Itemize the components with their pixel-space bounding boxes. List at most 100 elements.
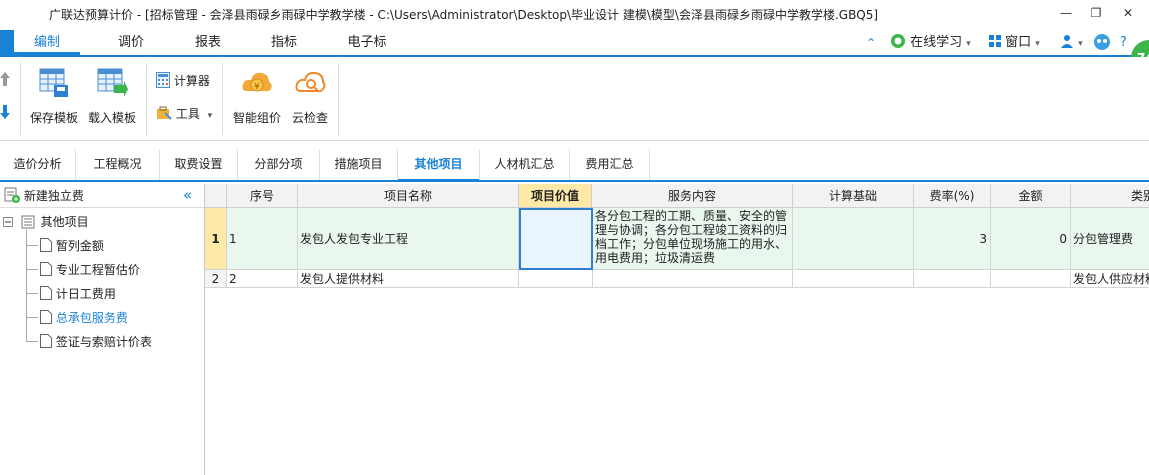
tree-connector [26, 269, 38, 270]
cell-seq[interactable]: 1 [227, 208, 298, 270]
fee-grid: 序号 项目名称 项目价值 服务内容 计算基础 费率(%) 金额 类别 1 1 发… [205, 184, 1149, 475]
save-template-button[interactable]: 保存模板 [28, 63, 80, 133]
cell-amount[interactable] [991, 270, 1071, 288]
collapse-ribbon-icon[interactable]: ⌃ [866, 33, 876, 53]
tab-fee-summary[interactable]: 费用汇总 [570, 149, 650, 180]
save-template-label: 保存模板 [29, 111, 78, 125]
cell-service[interactable]: 各分包工程的工期、质量、安全的管理与协调；各分包工程竣工资料的归档工作；分包单位… [593, 208, 793, 270]
toolbar-separator [20, 63, 21, 135]
close-button[interactable]: ✕ [1115, 3, 1141, 23]
collapse-node-icon[interactable] [3, 217, 13, 227]
column-header-service[interactable]: 服务内容 [592, 184, 793, 208]
tab-labor-material-summary[interactable]: 人材机汇总 [480, 149, 570, 180]
tab-zhibiao[interactable]: 指标 [251, 30, 317, 55]
calculator-label: 计算器 [173, 74, 210, 88]
view-tabs: 造价分析 工程概况 取费设置 分部分项 措施项目 其他项目 人材机汇总 费用汇总 [0, 149, 1149, 182]
tree-node-claims[interactable]: 签证与索赔计价表 [40, 332, 152, 352]
tree-node-specialty-estimate[interactable]: 专业工程暂估价 [40, 260, 140, 280]
svg-text:¥: ¥ [254, 82, 260, 92]
tab-baobiao[interactable]: 报表 [175, 30, 241, 55]
cell-rate[interactable]: 3 [914, 208, 991, 270]
column-header-rate[interactable]: 费率(%) [914, 184, 991, 208]
tools-label: 工具 [175, 107, 200, 121]
cell-value[interactable] [519, 270, 593, 288]
tab-other-items[interactable]: 其他项目 [398, 149, 480, 182]
tab-measures[interactable]: 措施项目 [320, 149, 398, 180]
minimize-button[interactable]: — [1053, 3, 1079, 23]
tree-connector [26, 293, 38, 294]
load-template-button[interactable]: 载入模板 [86, 63, 138, 133]
tools-button[interactable]: 工具 ▾ [156, 104, 212, 124]
cell-category[interactable]: 发包人供应材料 [1071, 270, 1149, 288]
toolbar-separator [338, 63, 339, 135]
folder-list-icon [21, 215, 35, 229]
tree-connector [26, 245, 38, 246]
load-template-icon [97, 68, 128, 97]
load-template-label: 载入模板 [87, 111, 136, 125]
cell-base[interactable] [793, 208, 914, 270]
smart-pricing-icon: ¥ [242, 72, 272, 92]
document-icon [40, 334, 52, 348]
smart-pricing-label: 智能组价 [232, 111, 281, 125]
maximize-button[interactable]: ❐ [1083, 3, 1109, 23]
tab-sub-items[interactable]: 分部分项 [238, 149, 320, 180]
tree-connector [26, 230, 27, 342]
user-menu-button[interactable]: ▾ [1060, 33, 1083, 53]
calculator-button[interactable]: 计算器 [156, 71, 210, 91]
save-template-icon [39, 68, 68, 97]
cell-service[interactable] [593, 270, 793, 288]
cell-name[interactable]: 发包人发包专业工程 [298, 208, 519, 270]
tab-project-overview[interactable]: 工程概况 [76, 149, 160, 180]
tools-icon [157, 106, 172, 120]
tab-cost-analysis[interactable]: 造价分析 [0, 149, 76, 180]
row-number[interactable]: 2 [205, 270, 227, 288]
smart-pricing-button[interactable]: ¥ 智能组价 [229, 63, 285, 133]
tab-fee-settings[interactable]: 取费设置 [160, 149, 238, 180]
tree-connector [26, 317, 38, 318]
assistant-button[interactable] [1093, 33, 1111, 53]
tree-toolbar: 新建独立费 « [0, 184, 204, 208]
new-fee-icon [4, 187, 20, 203]
app-menu-stub[interactable] [0, 30, 14, 55]
column-header-base[interactable]: 计算基础 [793, 184, 914, 208]
tree-node-label: 暂列金额 [55, 239, 104, 253]
window-title: 广联达预算计价 - [招标管理 - 会泽县雨碌乡雨碌中学教学楼 - C:\Use… [49, 8, 879, 22]
tab-dianzibiao[interactable]: 电子标 [334, 30, 400, 55]
cell-rate[interactable] [914, 270, 991, 288]
cell-name[interactable]: 发包人提供材料 [298, 270, 519, 288]
column-header-seq[interactable]: 序号 [227, 184, 298, 208]
row-number[interactable]: 1 [205, 208, 227, 270]
online-learning-button[interactable]: 在线学习 ▾ [890, 33, 971, 53]
down-arrow-icon[interactable] [0, 104, 10, 120]
column-header-name[interactable]: 项目名称 [298, 184, 519, 208]
cell-seq[interactable]: 2 [227, 270, 298, 288]
column-header-amount[interactable]: 金额 [991, 184, 1071, 208]
other-items-tree: 新建独立费 « 其他项目 暂列金额 专业工程暂估价 计日工费用 总承包服务费 签… [0, 184, 205, 475]
tree-node-general-contractor-fee[interactable]: 总承包服务费 [40, 308, 128, 328]
window-menu-button[interactable]: 窗口 ▾ [989, 33, 1040, 53]
cell-amount[interactable]: 0 [991, 208, 1071, 270]
tree-node-label: 总承包服务费 [55, 311, 128, 325]
toolbar-separator [222, 63, 223, 135]
ribbon-tabs: 编制 调价 报表 指标 电子标 [0, 30, 1149, 55]
tree-node-daywork[interactable]: 计日工费用 [40, 284, 116, 304]
cell-base[interactable] [793, 270, 914, 288]
dropdown-arrow-icon: ▾ [966, 39, 971, 49]
cell-category[interactable]: 分包管理费 [1071, 208, 1149, 270]
cloud-check-button[interactable]: 云检查 [288, 63, 332, 133]
document-icon [40, 238, 52, 252]
online-learning-label: 在线学习 [910, 35, 963, 50]
tree-node-other-items[interactable]: 其他项目 [3, 212, 89, 232]
help-button[interactable]: ? [1120, 33, 1127, 53]
document-icon [40, 262, 52, 276]
collapse-panel-icon[interactable]: « [183, 186, 192, 204]
tree-node-provisional-sum[interactable]: 暂列金额 [40, 236, 104, 256]
tree-node-label: 其他项目 [40, 215, 89, 229]
column-header-value[interactable]: 项目价值 [519, 184, 592, 208]
calculator-icon [156, 72, 170, 88]
up-arrow-icon[interactable] [0, 71, 10, 87]
cell-value-focused[interactable] [519, 208, 593, 270]
tab-tiaojia[interactable]: 调价 [98, 30, 164, 55]
new-independent-fee-button[interactable]: 新建独立费 [4, 186, 84, 206]
column-header-category[interactable]: 类别 [1071, 184, 1149, 208]
